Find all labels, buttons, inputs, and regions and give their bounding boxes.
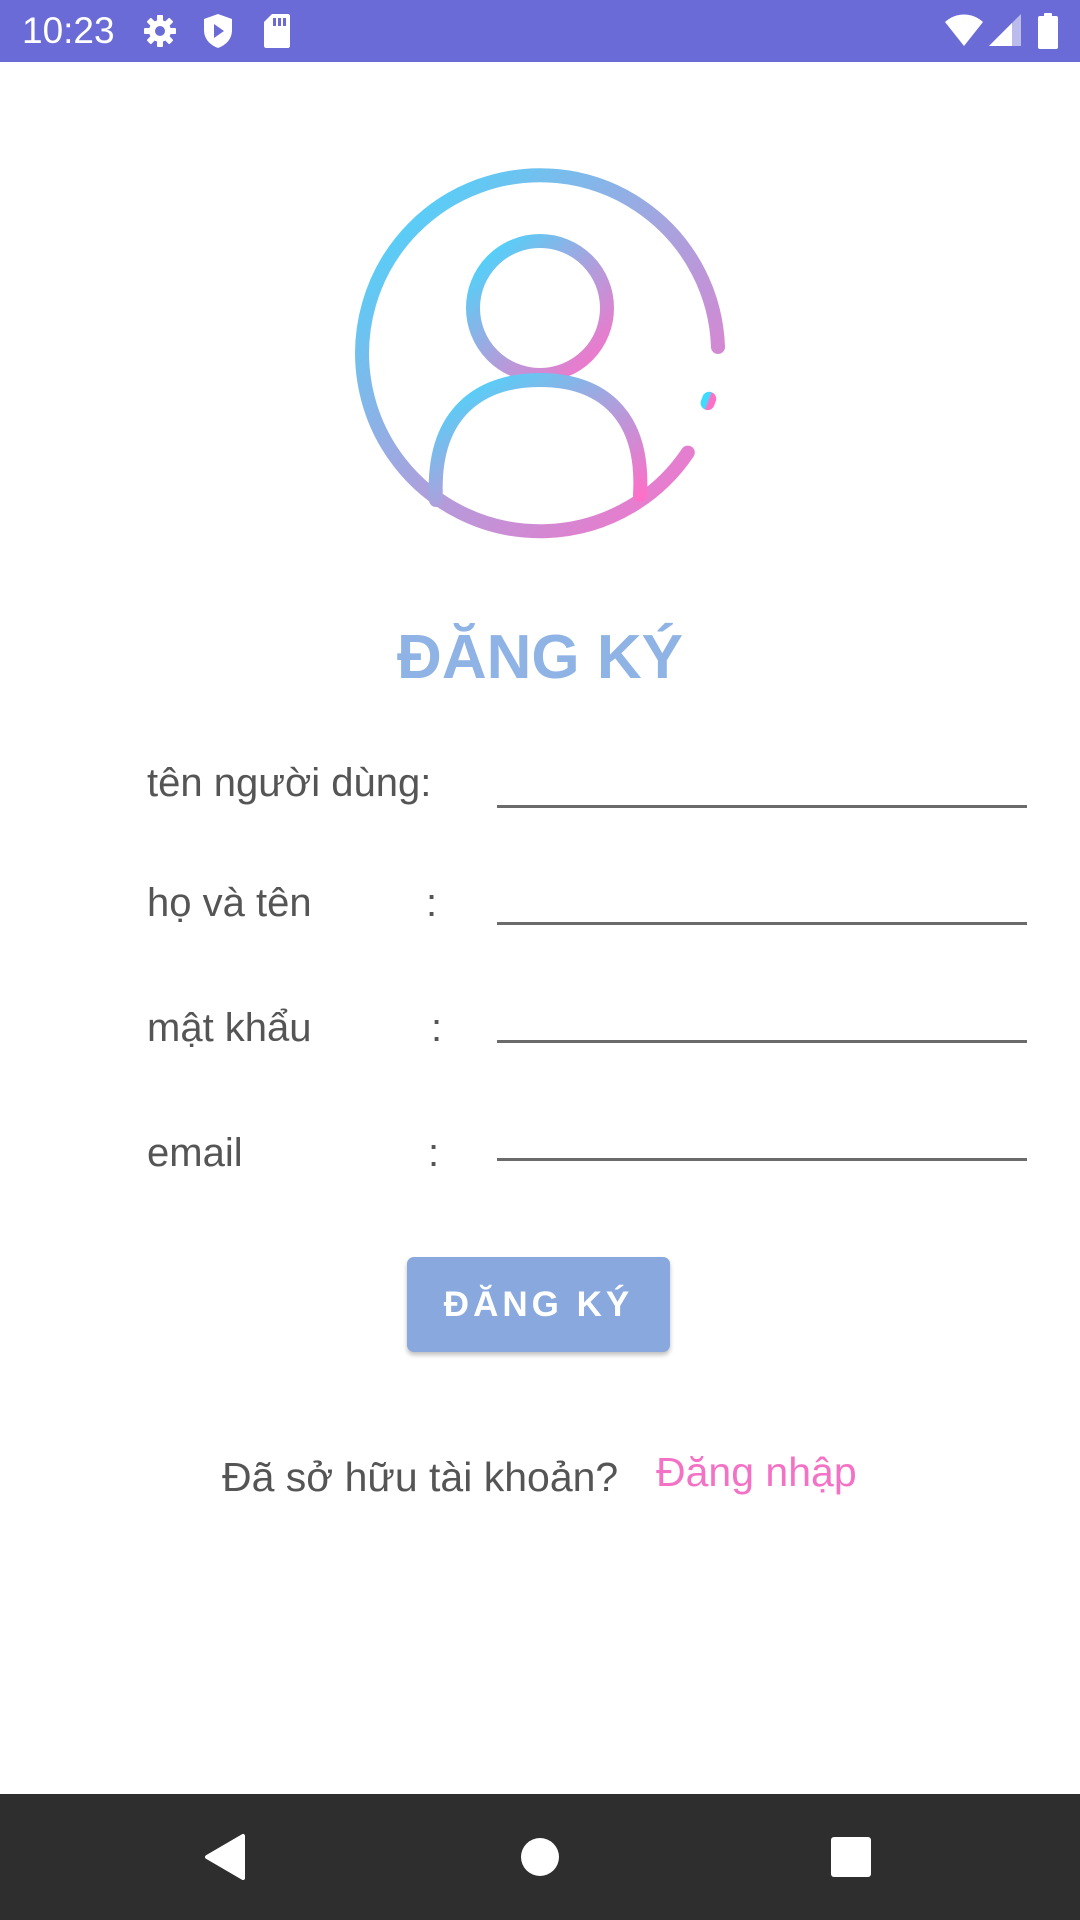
recents-button[interactable] <box>771 1794 931 1920</box>
status-time: 10:23 <box>22 10 115 51</box>
home-button[interactable] <box>460 1794 620 1920</box>
fullname-label: họ và tên <box>147 881 312 925</box>
account-question: Đã sở hữu tài khoản? <box>222 1454 619 1500</box>
shield-play-icon <box>204 14 232 48</box>
cellular-signal-icon <box>989 14 1021 46</box>
password-colon: : <box>431 1006 443 1050</box>
email-label: email <box>147 1131 243 1175</box>
navigation-bar <box>0 1794 1080 1920</box>
username-label: tên người dùng: <box>147 761 432 805</box>
email-input[interactable] <box>497 1107 1027 1161</box>
gear-icon <box>144 15 176 47</box>
home-circle-icon <box>521 1838 559 1876</box>
email-colon: : <box>428 1131 440 1175</box>
page-title: ĐĂNG KÝ <box>397 623 683 692</box>
recents-square-icon <box>831 1837 871 1877</box>
back-button[interactable] <box>145 1794 305 1920</box>
register-button[interactable]: ĐĂNG KÝ <box>407 1257 670 1352</box>
password-input[interactable] <box>497 989 1027 1043</box>
fullname-input[interactable] <box>497 871 1027 925</box>
username-input[interactable] <box>497 754 1027 808</box>
login-link[interactable]: Đăng nhập <box>656 1446 857 1498</box>
wifi-icon <box>945 14 983 46</box>
back-triangle-icon <box>205 1834 245 1880</box>
sd-card-icon <box>264 14 290 48</box>
password-label: mật khẩu <box>147 1006 312 1050</box>
battery-icon <box>1038 13 1058 49</box>
fullname-colon: : <box>426 881 438 925</box>
status-bar: 10:23 <box>0 0 1080 62</box>
user-circle-icon <box>355 168 725 539</box>
